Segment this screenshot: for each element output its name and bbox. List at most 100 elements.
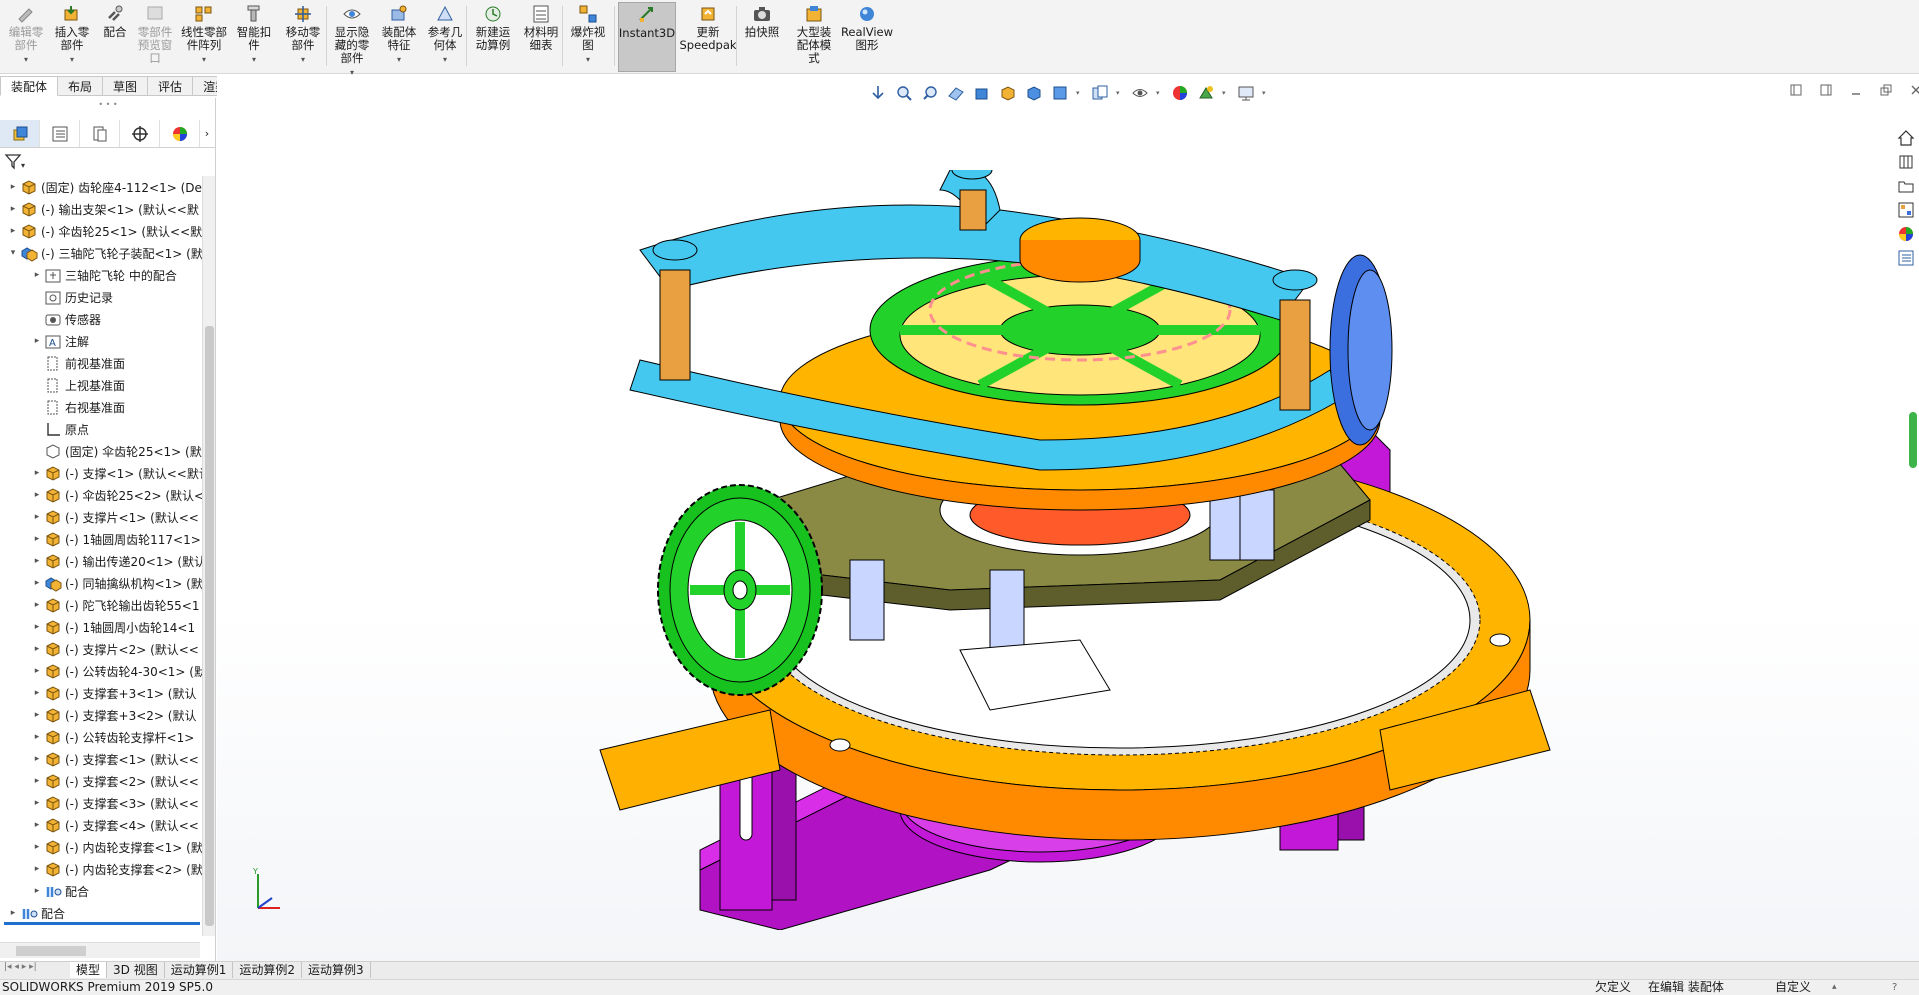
expand-icon[interactable]: ▸ — [30, 886, 44, 896]
tree-item[interactable]: ▸ (固定) 齿轮座4-112<1> (De — [6, 176, 202, 198]
expand-icon[interactable]: ▸ — [30, 842, 44, 852]
tourbillon-assembly-model[interactable] — [520, 170, 1560, 930]
tree-item[interactable]: ▾ (-) 三轴陀飞轮子装配<1> (默 — [6, 242, 202, 264]
tree-item[interactable]: ▸ (-) 支撑套<3> (默认<< — [30, 792, 199, 814]
ribbon-button-snapshot[interactable]: 拍快照 — [740, 2, 784, 72]
solidworks-resources-tab[interactable] — [1896, 128, 1916, 148]
scene-button[interactable] — [1196, 83, 1216, 103]
bottom-tab[interactable]: 模型 — [70, 962, 108, 978]
help-icon[interactable]: ? — [1892, 980, 1897, 995]
ribbon-button-assembly-features[interactable]: 装配体 特征 ▾ — [378, 2, 420, 72]
tree-item[interactable]: ▸ (-) 内齿轮支撑套<2> (默 — [30, 858, 202, 880]
expand-icon[interactable]: ▸ — [30, 578, 44, 588]
tree-item[interactable]: ▸ (-) 支撑套+3<2> (默认 — [30, 704, 196, 726]
scroll-thumb[interactable] — [16, 946, 86, 956]
previous-view-button[interactable] — [920, 83, 940, 103]
ribbon-button-linear-pattern[interactable]: 线性零部 件阵列 ▾ — [178, 2, 230, 72]
edit-appearance-button[interactable] — [1130, 83, 1150, 103]
ribbon-button-mate[interactable]: 配合 — [98, 2, 132, 72]
dynamic-annotation-button[interactable] — [972, 83, 992, 103]
tree-item[interactable]: ▸ (-) 内齿轮支撑套<1> (默 — [30, 836, 202, 858]
display-style-button[interactable] — [1024, 83, 1044, 103]
tree-item[interactable]: ▸ (-) 支撑片<1> (默认<< — [30, 506, 199, 528]
bottom-tab[interactable]: 运动算例2 — [233, 962, 302, 978]
expand-icon[interactable]: ▸ — [30, 864, 44, 874]
ribbon-button-smart-fasteners[interactable]: 智能扣 件 ▾ — [234, 2, 274, 72]
expand-icon[interactable]: ▸ — [6, 908, 20, 918]
chevron-up-icon[interactable]: ▴ — [1832, 980, 1837, 995]
chevron-down-icon[interactable]: ▾ — [397, 53, 401, 66]
tree-item[interactable]: ▸ (-) 支撑套<4> (默认<< — [30, 814, 199, 836]
ribbon-button-insert-component[interactable]: 插入零 部件 ▾ — [50, 2, 94, 72]
expand-icon[interactable]: ▸ — [30, 468, 44, 478]
display-manager-tab[interactable] — [160, 120, 200, 147]
apply-scene-button[interactable] — [1170, 83, 1190, 103]
command-tab[interactable]: 草图 — [103, 76, 149, 96]
tree-item[interactable]: ▸ (-) 输出传递20<1> (默认 — [30, 550, 202, 572]
configuration-manager-tab[interactable] — [80, 120, 120, 147]
ribbon-button-reference-geometry[interactable]: 参考几 何体 ▾ — [424, 2, 466, 72]
tree-item[interactable]: 上视基准面 — [30, 374, 125, 396]
tree-item[interactable]: ▸ (-) 公转齿轮4-30<1> (默 — [30, 660, 202, 682]
tab-navigation[interactable]: |◂ ◂ ▸ ▸| — [0, 962, 70, 978]
tree-item[interactable]: ▸ (-) 输出支架<1> (默认<<默 — [6, 198, 199, 220]
tree-item[interactable]: ▸ (-) 公转齿轮支撑杆<1> — [30, 726, 194, 748]
command-tab[interactable]: 评估 — [148, 76, 194, 96]
expand-icon[interactable]: ▸ — [30, 688, 44, 698]
tree-vertical-scrollbar[interactable] — [202, 176, 215, 936]
expand-icon[interactable]: ▸ — [6, 226, 20, 236]
tree-item[interactable]: ▸ (-) 同轴擒纵机构<1> (默 — [30, 572, 202, 594]
file-explorer-tab[interactable] — [1896, 176, 1916, 196]
tree-item[interactable]: ▸ (-) 支撑片<2> (默认<< — [30, 638, 199, 660]
panel-grip[interactable]: • • • — [0, 100, 216, 110]
chevron-down-icon[interactable]: ▾ — [202, 53, 206, 66]
expand-icon[interactable]: ▸ — [30, 776, 44, 786]
restore-down-left-button[interactable] — [1788, 82, 1804, 98]
appearances-tab[interactable] — [1896, 224, 1916, 244]
design-library-tab[interactable] — [1896, 152, 1916, 172]
tree-item[interactable]: ▸ 三轴陀飞轮 中的配合 — [30, 264, 177, 286]
tree-item[interactable]: ▸ (-) 1轴圆周小齿轮14<1 — [30, 616, 195, 638]
chevron-down-icon[interactable]: ▾ — [1156, 89, 1164, 97]
tree-item[interactable]: ▸ (-) 伞齿轮25<1> (默认<<默 — [6, 220, 202, 242]
dimxpert-tab[interactable] — [120, 120, 160, 147]
tree-item[interactable]: ▸ (-) 支撑套+3<1> (默认 — [30, 682, 196, 704]
expand-icon[interactable]: ▸ — [30, 710, 44, 720]
tree-item[interactable]: ▸ 配合 — [6, 902, 65, 924]
tree-horizontal-scrollbar[interactable] — [0, 942, 200, 958]
expand-icon[interactable]: ▸ — [30, 336, 44, 346]
bottom-tab[interactable]: 运动算例1 — [165, 962, 234, 978]
task-pane-slider[interactable] — [1909, 412, 1917, 468]
ribbon-button-exploded-view[interactable]: 爆炸视 图 ▾ — [566, 2, 610, 72]
property-manager-tab[interactable] — [40, 120, 80, 147]
units-selector[interactable]: 自定义 — [1775, 980, 1811, 995]
tree-item[interactable]: ▸ (-) 伞齿轮25<2> (默认< — [30, 484, 202, 506]
tree-item[interactable]: 历史记录 — [30, 286, 113, 308]
ribbon-button-bill-of-materials[interactable]: 材料明 细表 — [520, 2, 562, 72]
minimize-button[interactable] — [1848, 82, 1864, 98]
view-palette-tab[interactable] — [1896, 200, 1916, 220]
chevron-down-icon[interactable]: ▾ — [301, 53, 305, 66]
collapse-icon[interactable]: ▾ — [6, 248, 20, 258]
restore-button[interactable] — [1878, 82, 1894, 98]
chevron-down-icon[interactable]: ▾ — [1222, 89, 1230, 97]
tree-item[interactable]: 前视基准面 — [30, 352, 125, 374]
tree-filter[interactable]: ▾ — [4, 152, 210, 172]
view-orientation-button[interactable] — [998, 83, 1018, 103]
chevron-down-icon[interactable]: ▾ — [70, 53, 74, 66]
chevron-down-icon[interactable]: ▾ — [586, 53, 590, 66]
expand-icon[interactable]: ▸ — [30, 490, 44, 500]
expand-icon[interactable]: ▸ — [30, 556, 44, 566]
tree-item[interactable]: ▸ (-) 支撑套<1> (默认<< — [30, 748, 199, 770]
expand-icon[interactable]: ▸ — [30, 820, 44, 830]
ribbon-button-move-component[interactable]: 移动零 部件 ▾ — [280, 2, 326, 72]
expand-icon[interactable]: ▸ — [30, 732, 44, 742]
expand-icon[interactable]: ▸ — [30, 798, 44, 808]
chevron-down-icon[interactable]: ▾ — [1076, 89, 1084, 97]
rollback-bar[interactable] — [4, 922, 200, 925]
tree-item[interactable]: ▸ (-) 支撑套<2> (默认<< — [30, 770, 199, 792]
expand-icon[interactable]: ▸ — [30, 512, 44, 522]
feature-manager-tab[interactable] — [0, 120, 40, 147]
tree-item[interactable]: ▸ 配合 — [30, 880, 89, 902]
section-view-button[interactable] — [946, 83, 966, 103]
